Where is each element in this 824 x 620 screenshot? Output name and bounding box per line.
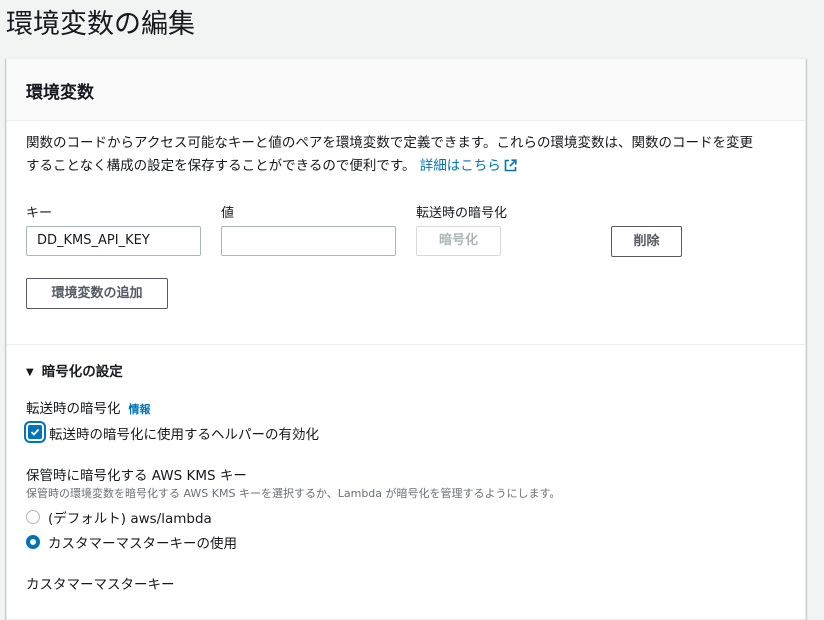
encryption-config-expander[interactable]: ▼ 暗号化の設定	[26, 360, 123, 380]
helper-checkbox-label: 転送時の暗号化に使用するヘルパーの有効化	[49, 427, 319, 443]
learn-more-link[interactable]: 詳細はこちら	[420, 158, 517, 174]
check-icon	[30, 428, 40, 436]
panel-title: 環境変数	[26, 83, 94, 103]
info-link[interactable]: 情報	[129, 403, 151, 416]
env-value-input[interactable]	[221, 226, 396, 256]
radio-customer-master-key[interactable]	[26, 535, 40, 549]
key-column-header: キー	[26, 206, 53, 221]
add-environment-variable-button[interactable]: 環境変数の追加	[26, 278, 168, 309]
description-line-2: することなく構成の設定を保存することができるので便利です。 詳細はこちら	[26, 155, 753, 178]
remove-button[interactable]: 削除	[611, 226, 682, 257]
panel-header: 環境変数	[7, 59, 805, 121]
transit-encryption-label: 転送時の暗号化 情報	[26, 401, 151, 417]
caret-down-icon: ▼	[26, 367, 34, 378]
radio-customer-master-key-label: カスタマーマスターキーの使用	[48, 536, 237, 552]
kms-key-description: 保管時の環境変数を暗号化する AWS KMS キーを選択するか、Lambda が…	[26, 487, 561, 500]
value-column-header: 値	[221, 206, 235, 221]
helper-checkbox[interactable]	[24, 421, 46, 443]
external-link-icon	[504, 159, 517, 172]
encrypt-column-header: 転送時の暗号化	[416, 206, 508, 221]
env-key-input[interactable]: DD_KMS_API_KEY	[26, 226, 201, 256]
radio-default-key-label: (デフォルト) aws/lambda	[48, 511, 212, 527]
environment-variables-panel: 環境変数 関数のコードからアクセス可能なキーと値のペアを環境変数で定義できます。…	[6, 58, 806, 620]
description-line-1: 関数のコードからアクセス可能なキーと値のペアを環境変数で定義できます。これらの環…	[26, 135, 753, 151]
page-title: 環境変数の編集	[6, 9, 195, 40]
kms-key-label: 保管時に暗号化する AWS KMS キー	[26, 468, 247, 484]
customer-master-key-label: カスタマーマスターキー	[26, 577, 175, 593]
section-divider	[7, 344, 805, 345]
panel-description: 関数のコードからアクセス可能なキーと値のペアを環境変数で定義できます。これらの環…	[26, 132, 753, 178]
encrypt-button[interactable]: 暗号化	[416, 226, 501, 256]
radio-default-key[interactable]	[26, 510, 40, 524]
